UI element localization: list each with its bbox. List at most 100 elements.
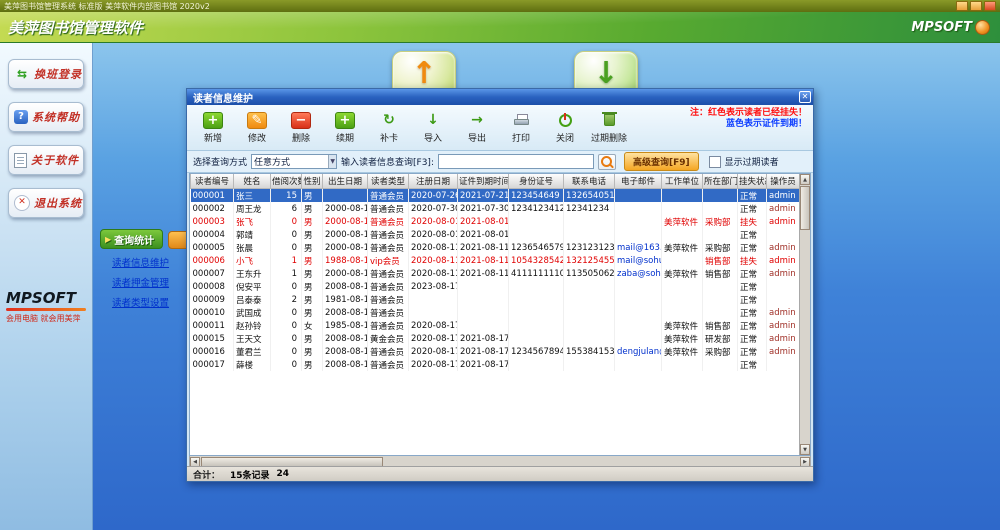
print-button[interactable]: 打印	[501, 107, 541, 149]
delete-expired-button[interactable]: 过期删除	[589, 107, 629, 149]
reader-table-wrap: 读者编号姓名借阅次数性别出生日期读者类型注册日期证件到期时间身份证号联系电话电子…	[190, 174, 799, 455]
toolbar-label: 过期删除	[591, 131, 627, 144]
column-header[interactable]: 身份证号	[509, 174, 564, 189]
table-cell: 男	[302, 280, 323, 293]
column-header[interactable]: 借阅次数	[271, 174, 302, 189]
table-row[interactable]: 000016董君兰0男2008-08-1普通会员2020-08-172021-0…	[191, 345, 800, 358]
table-cell: 2008-08-1	[323, 280, 368, 293]
table-cell: 普通会员	[368, 267, 409, 280]
sidebar-button-about[interactable]: 关于软件	[8, 145, 84, 175]
replace-card-button[interactable]: ↻ 补卡	[369, 107, 409, 149]
add-button[interactable]: + 新增	[193, 107, 233, 149]
vertical-scrollbar[interactable]: ▲ ▼	[799, 174, 810, 455]
renew-button[interactable]: + 续期	[325, 107, 365, 149]
column-header[interactable]: 所在部门	[703, 174, 738, 189]
toolbar-label: 删除	[292, 131, 310, 144]
table-row[interactable]: 000001张三15男普通会员2020-07-262021-07-2112345…	[191, 189, 800, 203]
import-button[interactable]: ↓ 导入	[413, 107, 453, 149]
table-row[interactable]: 000002周王龙6男2000-08-1普通会员2020-07-302021-0…	[191, 202, 800, 215]
minimize-icon[interactable]	[956, 1, 968, 11]
table-row[interactable]: 000009吕泰泰2男1981-08-1普通会员正常	[191, 293, 800, 306]
maximize-icon[interactable]	[970, 1, 982, 11]
table-cell: 男	[302, 306, 323, 319]
table-cell: 2000-08-1	[323, 267, 368, 280]
scroll-left-icon[interactable]: ◀	[190, 457, 200, 467]
column-header[interactable]: 工作单位	[662, 174, 703, 189]
table-row[interactable]: 000010武国成0男2008-08-1普通会员正常admin	[191, 306, 800, 319]
export-button[interactable]: → 导出	[457, 107, 497, 149]
table-cell: 12341234123	[509, 202, 564, 215]
table-cell: 武国成	[234, 306, 271, 319]
table-cell	[615, 358, 662, 371]
table-cell: 薛楼	[234, 358, 271, 371]
table-cell: 12341234	[564, 202, 615, 215]
column-header[interactable]: 挂失状态	[738, 174, 767, 189]
sidebar-button-exit[interactable]: ✕ 退出系统	[8, 188, 84, 218]
edit-button[interactable]: ✎ 修改	[237, 107, 277, 149]
table-cell: 0	[271, 215, 302, 228]
table-cell: 000005	[191, 241, 234, 254]
scroll-right-icon[interactable]: ▶	[800, 457, 810, 467]
table-cell: 15538415324	[564, 345, 615, 358]
table-cell: 411111111025	[509, 267, 564, 280]
close-dialog-button[interactable]: 关闭	[545, 107, 585, 149]
query-input-label: 输入读者信息查询[F3]:	[341, 155, 434, 168]
search-icon	[601, 156, 612, 167]
column-header[interactable]: 操作员	[767, 174, 800, 189]
column-header[interactable]: 注册日期	[409, 174, 458, 189]
column-header[interactable]: 性别	[302, 174, 323, 189]
horizontal-scrollbar-thumb[interactable]	[201, 457, 383, 467]
column-header[interactable]: 电子邮件	[615, 174, 662, 189]
table-cell	[458, 280, 509, 293]
link-reader-type-settings[interactable]: 读者类型设置	[112, 295, 169, 309]
import-icon: ↓	[423, 112, 443, 129]
table-cell: 挂失	[738, 254, 767, 267]
advanced-query-button[interactable]: 高级查询[F9]	[624, 152, 699, 171]
column-header[interactable]: 出生日期	[323, 174, 368, 189]
table-row[interactable]: 000003张飞0男2000-08-1普通会员2020-08-012021-08…	[191, 215, 800, 228]
table-row[interactable]: 000007王东升1男2000-08-1普通会员2020-08-112021-0…	[191, 267, 800, 280]
table-cell: 美萍软件	[662, 241, 703, 254]
table-cell: 000003	[191, 215, 234, 228]
table-cell: 普通会员	[368, 241, 409, 254]
table-row[interactable]: 000004郭靖0男2000-08-1普通会员2020-08-012021-08…	[191, 228, 800, 241]
dialog-close-icon[interactable]: ✕	[799, 91, 811, 103]
dialog-titlebar[interactable]: 读者信息维护 ✕	[187, 89, 813, 105]
sidebar-button-system-help[interactable]: ? 系统帮助	[8, 102, 84, 132]
table-row[interactable]: 000008倪安平0男2008-08-1普通会员2023-08-17正常	[191, 280, 800, 293]
table-cell: 正常	[738, 293, 767, 306]
column-header[interactable]: 联系电话	[564, 174, 615, 189]
delete-button[interactable]: − 删除	[281, 107, 321, 149]
total-label: 合计：	[193, 468, 220, 481]
scroll-up-icon[interactable]: ▲	[800, 174, 810, 185]
column-header[interactable]: 姓名	[234, 174, 271, 189]
table-cell: 000001	[191, 189, 234, 203]
toolbar-label: 关闭	[556, 131, 574, 144]
scroll-down-icon[interactable]: ▼	[800, 444, 810, 455]
close-icon[interactable]	[984, 1, 996, 11]
tab-query-statistics[interactable]: ▶ 查询统计	[100, 229, 163, 249]
sidebar-button-shift-login[interactable]: ⇆ 换班登录	[8, 59, 84, 89]
link-reader-deposit[interactable]: 读者押金管理	[112, 275, 169, 289]
reader-table-body: 000001张三15男普通会员2020-07-262021-07-2112345…	[191, 189, 800, 372]
link-reader-info-maintenance[interactable]: 读者信息维护	[112, 255, 169, 269]
table-row[interactable]: 000011赵孙铃0女1985-08-1普通会员2020-08-17美萍软件销售…	[191, 319, 800, 332]
show-expired-checkbox[interactable]	[709, 156, 721, 168]
vertical-scrollbar-thumb[interactable]	[800, 186, 810, 230]
table-cell: 123654657981	[509, 241, 564, 254]
column-header[interactable]: 证件到期时间	[458, 174, 509, 189]
table-cell: 小飞	[234, 254, 271, 267]
table-cell: 2020-08-01	[409, 215, 458, 228]
column-header[interactable]: 读者类型	[368, 174, 409, 189]
query-method-select[interactable]: 任意方式 ▼	[251, 154, 337, 169]
search-button[interactable]	[598, 154, 616, 170]
table-cell: 采购部	[703, 345, 738, 358]
column-header[interactable]: 读者编号	[191, 174, 234, 189]
table-row[interactable]: 000006小飞1男1988-08-1vip会员2020-08-112021-0…	[191, 254, 800, 267]
table-cell: 男	[302, 345, 323, 358]
sidebar-button-label: 换班登录	[34, 66, 82, 82]
table-row[interactable]: 000005张晨0男2000-08-1普通会员2020-08-112021-08…	[191, 241, 800, 254]
table-row[interactable]: 000015王天文0男2008-08-1黄金会员2020-08-172021-0…	[191, 332, 800, 345]
table-row[interactable]: 000017薛楼0男2008-08-1普通会员2020-08-172021-08…	[191, 358, 800, 371]
reader-search-input[interactable]	[438, 154, 594, 169]
